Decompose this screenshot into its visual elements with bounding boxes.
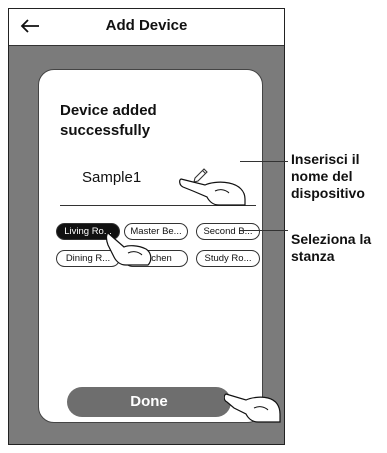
pointing-hand-icon	[179, 178, 246, 206]
pointing-hand-icon	[105, 232, 152, 266]
name-callout-line	[240, 161, 288, 162]
page-title: Add Device	[105, 17, 188, 34]
room-callout-text: Seleziona la stanza	[291, 231, 372, 264]
success-message: Device added successfully	[60, 102, 157, 139]
room-chip-second-bedroom[interactable]: Second B...	[196, 223, 260, 240]
device-name-field[interactable]: Sample1	[82, 169, 141, 186]
room-callout-line	[240, 230, 288, 231]
phone-screen: Add Device Device added successfully Sam…	[8, 8, 285, 445]
top-bar: Add Device	[9, 9, 284, 46]
room-chip-study[interactable]: Study Ro...	[196, 250, 260, 267]
name-callout-text: Inserisci il nome del dispositivo	[291, 151, 365, 201]
pointing-hand-icon	[224, 393, 281, 423]
done-button[interactable]: Done	[67, 387, 231, 417]
